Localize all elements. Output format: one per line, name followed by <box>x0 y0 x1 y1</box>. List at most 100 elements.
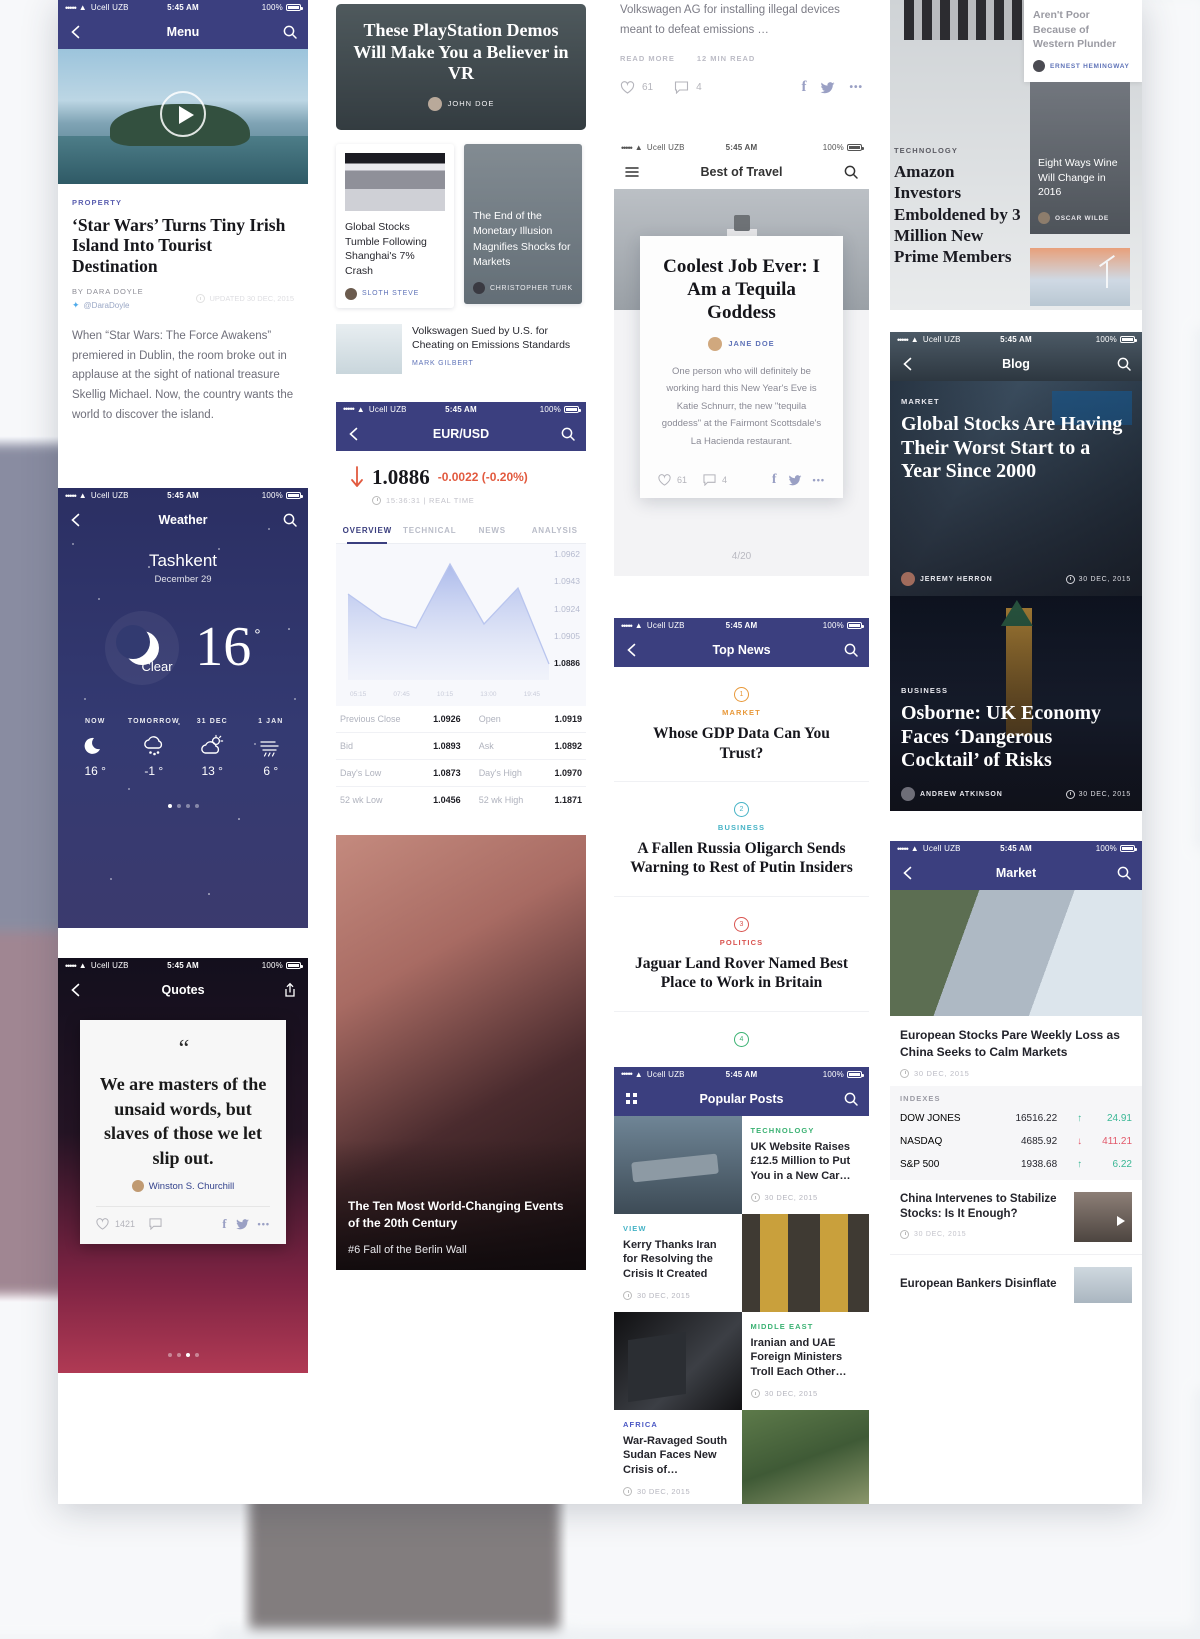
forecast-item[interactable]: 31 DEC 13 ° <box>183 718 242 778</box>
chevron-left-icon[interactable] <box>68 982 84 998</box>
small-card-photo[interactable]: The End of the Monetary Illusion Magnifi… <box>464 144 582 304</box>
play-icon[interactable] <box>1117 1215 1125 1226</box>
market-row-thumbnail[interactable] <box>1074 1191 1132 1242</box>
chevron-left-icon[interactable] <box>68 512 84 528</box>
forecast-item[interactable]: NOW 16 ° <box>66 718 125 778</box>
tab-technical[interactable]: TECHNICAL <box>399 517 462 543</box>
search-icon[interactable] <box>282 512 298 528</box>
market-row-thumbnail[interactable] <box>1074 1266 1132 1303</box>
index-delta: 24.91 <box>1106 1112 1132 1124</box>
x-tick: 05:15 <box>350 690 367 698</box>
hamburger-icon[interactable] <box>624 164 640 180</box>
search-icon[interactable] <box>843 1091 859 1107</box>
status-bar: ••••• ▲ Ucell UZB 5:45 AM 100% <box>58 488 308 503</box>
battery-percent: 100% <box>539 404 561 414</box>
list-item[interactable]: AFRICA War-Ravaged South Sudan Faces New… <box>614 1409 742 1504</box>
avatar <box>427 96 442 111</box>
topnews-headline: A Fallen Russia Oligarch Sends Warning t… <box>630 840 853 877</box>
share-icon[interactable] <box>282 982 298 998</box>
column-3: Volkswagen AG for installing illegal dev… <box>614 0 869 1504</box>
list-item[interactable]: MIDDLE EAST Iranian and UAE Foreign Mini… <box>741 1311 869 1410</box>
forecast-item[interactable]: 1 JAN 6 ° <box>242 718 301 778</box>
tab-analysis[interactable]: ANALYSIS <box>524 517 587 543</box>
forecast-item[interactable]: TOMORROW -1 ° <box>125 718 184 778</box>
clock-icon <box>623 1487 632 1497</box>
berlin-wall-card[interactable]: The Ten Most World-Changing Events of th… <box>336 834 586 1270</box>
blog-post-card[interactable]: MARKET Global Stocks Are Having Their Wo… <box>890 381 1142 596</box>
like-icon[interactable] <box>620 81 635 94</box>
feature-card[interactable]: These PlayStation Demos Will Make You a … <box>336 4 586 130</box>
chevron-left-icon[interactable] <box>900 865 916 881</box>
chevron-left-icon[interactable] <box>346 426 362 442</box>
more-icon[interactable]: ••• <box>813 475 825 485</box>
wine-card-title: Eight Ways Wine Will Change in 2016 <box>1038 156 1118 199</box>
facebook-icon[interactable]: f <box>772 472 777 488</box>
magazine-main-card[interactable]: TECHNOLOGY Amazon Investors Emboldened b… <box>894 146 1024 267</box>
tab-overview[interactable]: OVERVIEW <box>336 517 399 544</box>
forex-tabs[interactable]: OVERVIEW TECHNICAL NEWS ANALYSIS <box>336 517 586 544</box>
twitter-icon[interactable] <box>788 475 802 486</box>
like-icon[interactable] <box>658 474 671 487</box>
magazine-wine-card[interactable]: Eight Ways Wine Will Change in 2016 OSCA… <box>1030 82 1130 234</box>
post-thumbnail[interactable] <box>741 1409 869 1504</box>
small-card-light[interactable]: Global Stocks Tumble Following Shanghai'… <box>336 144 454 308</box>
post-title: UK Website Raises £12.5 Million to Put Y… <box>750 1140 851 1183</box>
search-icon[interactable] <box>1116 865 1132 881</box>
topnews-item[interactable]: 1 MARKET Whose GDP Data Can You Trust? <box>614 667 869 782</box>
twitter-icon[interactable]: ✦ <box>72 300 80 311</box>
more-icon[interactable]: ••• <box>849 82 863 93</box>
blog-post-card[interactable]: BUSINESS Osborne: UK Economy Faces ‘Dang… <box>890 596 1142 811</box>
search-icon[interactable] <box>1116 356 1132 372</box>
travel-card-body: One person who will definitely be workin… <box>661 365 822 447</box>
card-thumbnail <box>336 323 402 374</box>
magazine-side-card[interactable]: Aren't Poor Because of Western Plunder E… <box>1024 0 1142 83</box>
chevron-left-icon[interactable] <box>68 24 84 40</box>
page-indicator[interactable] <box>58 1353 308 1357</box>
clock-icon <box>195 294 205 304</box>
avatar <box>473 282 485 294</box>
market-list-row[interactable]: China Intervenes to Stabilize Stocks: Is… <box>890 1180 1142 1255</box>
article-hero-video[interactable] <box>58 49 308 184</box>
avatar <box>901 572 915 586</box>
page-indicator[interactable] <box>58 804 308 808</box>
comment-icon[interactable] <box>703 474 716 487</box>
twitter-handle[interactable]: @DaraDoyle <box>84 301 130 310</box>
list-card[interactable]: Volkswagen Sued by U.S. for Cheating on … <box>336 323 586 374</box>
facebook-icon[interactable]: f <box>222 1216 226 1232</box>
list-item[interactable]: VIEW Kerry Thanks Iran for Resolving the… <box>614 1213 742 1312</box>
search-icon[interactable] <box>843 642 859 658</box>
signal-dots-icon: ••••• <box>621 1069 633 1079</box>
travel-article-card[interactable]: Coolest Job Ever: I Am a Tequila Goddess… <box>640 236 843 499</box>
market-list-row[interactable]: European Bankers Disinflate <box>890 1255 1142 1315</box>
topnews-item[interactable]: 3 POLITICS Jaguar Land Rover Named Best … <box>614 897 869 1012</box>
like-icon[interactable] <box>96 1218 109 1230</box>
market-row-title: China Intervenes to Stabilize Stocks: Is… <box>900 1192 1057 1221</box>
topnews-item[interactable]: 2 BUSINESS A Fallen Russia Oligarch Send… <box>614 782 869 897</box>
topnews-item[interactable]: 4 <box>614 1012 869 1055</box>
search-icon[interactable] <box>560 426 576 442</box>
signal-dots-icon: ••••• <box>897 334 909 345</box>
chevron-left-icon[interactable] <box>624 642 640 658</box>
market-hero-photo[interactable] <box>890 890 1142 1016</box>
twitter-icon[interactable] <box>235 1218 249 1230</box>
comment-icon[interactable] <box>674 81 689 95</box>
comment-icon[interactable] <box>149 1218 162 1231</box>
search-icon[interactable] <box>282 24 298 40</box>
more-icon[interactable]: ••• <box>258 1219 270 1229</box>
play-icon[interactable] <box>160 90 206 137</box>
twitter-icon[interactable] <box>820 81 835 94</box>
facebook-icon[interactable]: f <box>801 79 806 96</box>
battery-icon <box>286 4 303 11</box>
post-thumbnail[interactable] <box>614 1115 742 1214</box>
list-item[interactable]: TECHNOLOGY UK Website Raises £12.5 Milli… <box>741 1115 869 1214</box>
read-more-link[interactable]: READ MORE <box>620 54 675 63</box>
search-icon[interactable] <box>843 164 859 180</box>
wifi-icon: ▲ <box>634 621 643 631</box>
article-tail-block: Volkswagen AG for installing illegal dev… <box>614 0 869 96</box>
chevron-left-icon[interactable] <box>900 356 916 372</box>
tab-news[interactable]: NEWS <box>461 517 524 543</box>
post-thumbnail[interactable] <box>741 1213 869 1312</box>
signal-dots-icon: ••••• <box>65 960 77 971</box>
post-thumbnail[interactable] <box>614 1311 742 1410</box>
grid-icon[interactable] <box>624 1091 640 1107</box>
